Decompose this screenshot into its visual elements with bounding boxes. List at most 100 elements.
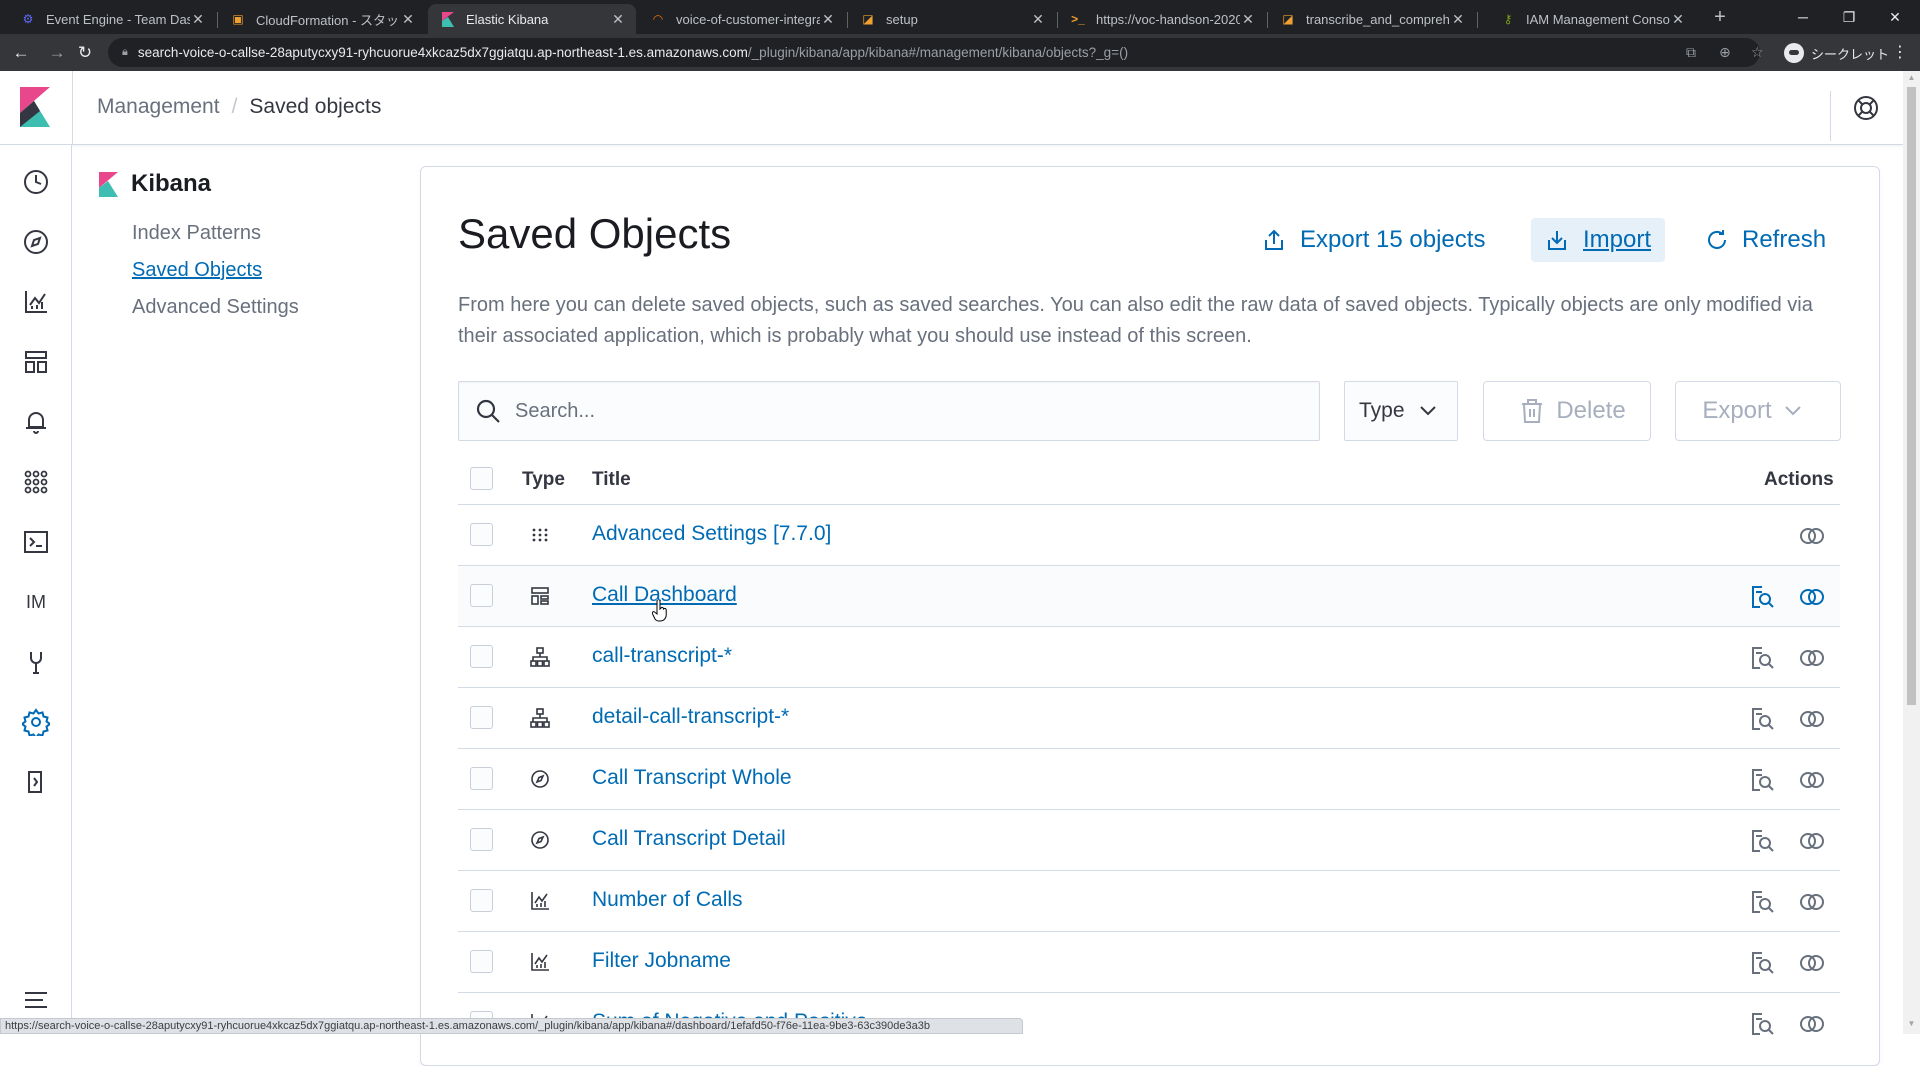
column-header-title[interactable]: Title <box>592 469 631 491</box>
tab-close-icon[interactable]: ✕ <box>820 11 836 28</box>
page-description: From here you can delete saved objects, … <box>458 294 1813 347</box>
logout-icon[interactable] <box>21 767 51 797</box>
inspect-icon[interactable] <box>1750 707 1774 731</box>
tab-title: transcribe_and_comprehend <box>1306 11 1450 27</box>
browser-tab[interactable]: ⚷ IAM Management Console ✕ <box>1488 4 1696 34</box>
restore-icon[interactable]: ❐ <box>1826 0 1872 34</box>
tab-close-icon[interactable]: ✕ <box>1030 11 1046 28</box>
inspect-icon[interactable] <box>1750 1012 1774 1036</box>
row-checkbox[interactable] <box>470 645 493 668</box>
refresh-button[interactable]: Refresh <box>1706 218 1826 262</box>
browser-tab[interactable]: ▣ CloudFormation - スタック vo ✕ <box>218 4 426 34</box>
lock-icon: 🔒︎ <box>122 46 128 58</box>
collapse-menu-icon[interactable] <box>21 985 51 1015</box>
management-icon[interactable] <box>21 707 51 737</box>
row-title-link[interactable]: detail-call-transcript-* <box>592 705 789 729</box>
row-checkbox[interactable] <box>470 828 493 851</box>
tab-title: voice-of-customer-integrat <box>676 11 820 27</box>
row-title-link[interactable]: Call Transcript Whole <box>592 766 792 790</box>
row-title-link[interactable]: call-transcript-* <box>592 644 732 668</box>
inspect-icon[interactable] <box>1750 951 1774 975</box>
row-checkbox[interactable] <box>470 523 493 546</box>
table-row: Call Transcript Detail <box>458 810 1840 871</box>
browser-tab[interactable]: ◪ setup ✕ <box>848 4 1056 34</box>
row-checkbox[interactable] <box>470 889 493 912</box>
type-filter-button[interactable]: Type <box>1344 381 1458 441</box>
import-button[interactable]: Import <box>1531 218 1666 262</box>
tab-close-icon[interactable]: ✕ <box>610 11 626 28</box>
row-title-link[interactable]: Number of Calls <box>592 888 743 912</box>
search-input[interactable] <box>515 399 1295 423</box>
dashboard-icon[interactable] <box>21 347 51 377</box>
new-tab-icon[interactable]: + <box>1708 6 1732 30</box>
row-title-link[interactable]: Call Transcript Detail <box>592 827 786 851</box>
page-scrollbar[interactable]: ▲ ▼ <box>1903 71 1920 1034</box>
relationships-icon[interactable] <box>1798 831 1826 851</box>
row-checkbox[interactable] <box>470 767 493 790</box>
relationships-icon[interactable] <box>1798 953 1826 973</box>
browser-tab[interactable]: ◪ transcribe_and_comprehend ✕ <box>1268 4 1476 34</box>
inspect-icon[interactable] <box>1750 585 1774 609</box>
browser-tab-active[interactable]: Elastic Kibana ✕ <box>428 4 636 34</box>
sidebar-item-advanced-settings[interactable]: Advanced Settings <box>132 296 299 319</box>
tab-close-icon[interactable]: ✕ <box>1670 11 1686 28</box>
forward-icon[interactable]: → <box>45 41 69 65</box>
export-all-button[interactable]: Export 15 objects <box>1262 218 1485 262</box>
browser-tab[interactable]: ◠ voice-of-customer-integrat ✕ <box>638 4 846 34</box>
tab-close-icon[interactable]: ✕ <box>190 11 206 28</box>
inspect-icon[interactable] <box>1750 890 1774 914</box>
back-icon[interactable]: ← <box>9 41 33 65</box>
sidebar-item-saved-objects[interactable]: Saved Objects <box>132 259 262 282</box>
relationships-icon[interactable] <box>1798 709 1826 729</box>
export-selected-button[interactable]: Export <box>1675 381 1841 441</box>
visualize-icon[interactable] <box>21 287 51 317</box>
tab-close-icon[interactable]: ✕ <box>1240 11 1256 28</box>
browser-menu-icon[interactable]: ⋮ <box>1892 42 1908 62</box>
scrollbar-thumb[interactable] <box>1907 87 1916 705</box>
help-icon[interactable] <box>1853 95 1879 121</box>
incognito-profile[interactable]: シークレット <box>1784 41 1889 65</box>
browser-tab[interactable]: >_ https://voc-handson-2020 ✕ <box>1058 4 1266 34</box>
relationships-icon[interactable] <box>1798 770 1826 790</box>
relationships-icon[interactable] <box>1798 892 1826 912</box>
delete-button[interactable]: Delete <box>1483 381 1651 441</box>
inspect-icon[interactable] <box>1750 646 1774 670</box>
im-icon[interactable]: IM <box>21 587 51 617</box>
relationships-icon[interactable] <box>1798 1014 1826 1034</box>
alerts-icon[interactable] <box>21 407 51 437</box>
column-header-type[interactable]: Type <box>522 469 565 491</box>
row-checkbox[interactable] <box>470 706 493 729</box>
kibana-logo-icon[interactable] <box>20 87 52 127</box>
relationships-icon[interactable] <box>1798 526 1826 546</box>
breadcrumb-management[interactable]: Management <box>97 95 220 119</box>
sidebar-item-index-patterns[interactable]: Index Patterns <box>132 222 261 245</box>
reload-icon[interactable]: ↻ <box>73 41 97 65</box>
translate-icon[interactable]: ⧉ <box>1686 44 1696 61</box>
select-all-checkbox[interactable] <box>470 467 493 490</box>
minimize-icon[interactable]: ─ <box>1780 0 1826 34</box>
apps-icon[interactable] <box>21 467 51 497</box>
scroll-up-icon[interactable]: ▲ <box>1907 73 1916 82</box>
discover-icon[interactable] <box>21 227 51 257</box>
recent-icon[interactable] <box>21 167 51 197</box>
row-checkbox[interactable] <box>470 584 493 607</box>
scroll-down-icon[interactable]: ▼ <box>1907 1019 1916 1028</box>
hand-cursor-icon <box>652 600 667 622</box>
relationships-icon[interactable] <box>1798 587 1826 607</box>
relationships-icon[interactable] <box>1798 648 1826 668</box>
row-checkbox[interactable] <box>470 950 493 973</box>
zoom-icon[interactable]: ⊕ <box>1719 44 1731 61</box>
monitoring-icon[interactable] <box>21 647 51 677</box>
bookmark-star-icon[interactable]: ☆ <box>1751 44 1764 61</box>
iam-icon: ⚷ <box>1503 12 1513 26</box>
address-bar[interactable]: 🔒︎ search-voice-o-callse-28aputycxy91-ry… <box>108 38 1760 67</box>
browser-tab[interactable]: ⚙ Event Engine - Team Dashb ✕ <box>8 4 216 34</box>
row-title-link[interactable]: Filter Jobname <box>592 949 731 973</box>
inspect-icon[interactable] <box>1750 768 1774 792</box>
dev-tools-console-icon[interactable] <box>21 527 51 557</box>
inspect-icon[interactable] <box>1750 829 1774 853</box>
tab-close-icon[interactable]: ✕ <box>1450 11 1466 28</box>
close-window-icon[interactable]: ✕ <box>1872 0 1918 34</box>
row-title-link[interactable]: Advanced Settings [7.7.0] <box>592 522 831 546</box>
tab-close-icon[interactable]: ✕ <box>400 11 416 28</box>
